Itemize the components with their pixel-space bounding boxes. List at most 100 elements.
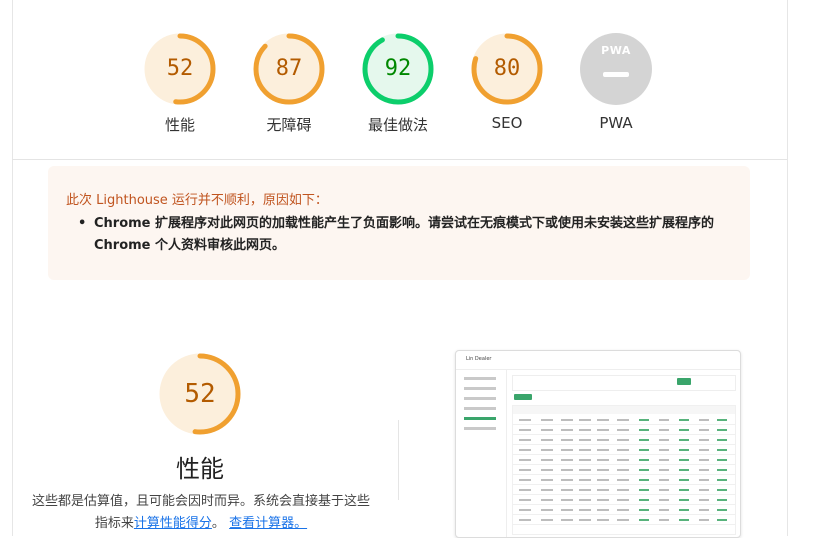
thumbnail-table-cell <box>639 439 649 441</box>
gauge-ring: 52 <box>143 32 217 106</box>
thumbnail-table-cell <box>579 439 591 441</box>
warning-title: 此次 Lighthouse 运行并不顺利，原因如下： <box>66 193 328 208</box>
thumbnail-table-cell <box>679 489 689 491</box>
thumbnail-table-cell <box>541 439 553 441</box>
score-gauges: 52 性能 87 无障碍 92 最佳做法 80 SEO PWA PWA <box>0 0 820 160</box>
thumbnail-table-cell <box>597 469 609 471</box>
thumbnail-table-cell <box>679 429 689 431</box>
thumbnail-table-cell <box>561 499 573 501</box>
performance-title: 性能 <box>176 455 224 483</box>
thumbnail-table-cell <box>579 469 591 471</box>
thumbnail-table-cell <box>617 519 629 521</box>
thumbnail-table-cell <box>579 459 591 461</box>
thumbnail-table-cell <box>639 429 649 431</box>
thumbnail-table-cell <box>659 519 669 521</box>
thumbnail-table-cell <box>561 519 573 521</box>
gauge-label: PWA <box>599 114 633 132</box>
thumbnail-table-cell <box>579 449 591 451</box>
thumbnail-table-cell <box>679 519 689 521</box>
final-screenshot-thumbnail[interactable]: Lin Dealer <box>455 350 741 538</box>
thumbnail-table-cell <box>519 429 531 431</box>
thumbnail-table-row <box>513 454 735 455</box>
thumbnail-table-cell <box>679 499 689 501</box>
thumbnail-table-cell <box>717 449 727 451</box>
thumbnail-table-cell <box>639 469 649 471</box>
thumbnail-table-cell <box>679 509 689 511</box>
thumbnail-filter-bar <box>512 375 736 391</box>
gauge-best-practices[interactable]: 92 最佳做法 <box>353 32 443 135</box>
thumbnail-button <box>677 378 691 385</box>
thumbnail-table-cell <box>519 479 531 481</box>
thumbnail-table-cell <box>519 459 531 461</box>
performance-description: 这些都是估算值，且可能会因时而异。系统会直接基于这些指标来计算性能得分。 查看计… <box>26 491 376 535</box>
thumbnail-table-cell <box>679 479 689 481</box>
thumbnail-table-cell <box>597 419 609 421</box>
thumbnail-table-cell <box>597 449 609 451</box>
thumbnail-table-cell <box>699 489 709 491</box>
thumbnail-table-cell <box>561 469 573 471</box>
gauge-label: 最佳做法 <box>367 116 428 134</box>
gauge-label: SEO <box>491 114 523 132</box>
warning-list: • Chrome 扩展程序对此网页的加载性能产生了负面影响。请尝试在无痕模式下或使… <box>78 213 734 257</box>
thumbnail-table-cell <box>717 489 727 491</box>
thumbnail-table-cell <box>597 429 609 431</box>
bullet-icon: • <box>78 216 87 231</box>
thumbnail-table-cell <box>699 499 709 501</box>
thumbnail-sidebar-item <box>464 377 496 380</box>
performance-gauge: 52 <box>158 352 242 436</box>
thumbnail-table-cell <box>639 459 649 461</box>
thumbnail-table-cell <box>639 419 649 421</box>
thumbnail-table-cell <box>597 489 609 491</box>
thumbnail-table-cell <box>579 419 591 421</box>
view-calculator-link[interactable]: 查看计算器。 <box>229 516 307 531</box>
thumbnail-table-cell <box>659 419 669 421</box>
thumbnail-table-cell <box>561 509 573 511</box>
thumbnail-table-cell <box>659 489 669 491</box>
thumbnail-table-cell <box>659 439 669 441</box>
pwa-badge: PWA <box>579 32 653 106</box>
thumbnail-table-cell <box>679 439 689 441</box>
thumbnail-table-cell <box>561 489 573 491</box>
thumbnail-table-cell <box>699 449 709 451</box>
thumbnail-table-cell <box>699 509 709 511</box>
calc-score-link[interactable]: 计算性能得分 <box>134 516 212 531</box>
thumbnail-table-cell <box>717 499 727 501</box>
thumbnail-table-cell <box>659 449 669 451</box>
gauge-performance[interactable]: 52 性能 <box>135 32 225 135</box>
thumbnail-table-cell <box>597 499 609 501</box>
thumbnail-table-cell <box>717 429 727 431</box>
gauge-accessibility[interactable]: 87 无障碍 <box>244 32 334 135</box>
thumbnail-table-cell <box>717 469 727 471</box>
gauge-ring: 80 <box>470 32 544 106</box>
thumbnail-table-cell <box>541 469 553 471</box>
thumbnail-table-cell <box>659 429 669 431</box>
gauge-label: 性能 <box>164 116 195 134</box>
thumbnail-table-cell <box>561 439 573 441</box>
thumbnail-table-cell <box>597 459 609 461</box>
thumbnail-table-cell <box>561 429 573 431</box>
thumbnail-table-cell <box>679 469 689 471</box>
thumbnail-table-cell <box>717 479 727 481</box>
thumbnail-table-cell <box>639 509 649 511</box>
thumbnail-table-cell <box>659 469 669 471</box>
thumbnail-table-cell <box>617 459 629 461</box>
thumbnail-table-row <box>513 504 735 505</box>
thumbnail-table-cell <box>659 499 669 501</box>
thumbnail-table-cell <box>639 499 649 501</box>
thumbnail-table-cell <box>679 449 689 451</box>
gauge-pwa[interactable]: PWA PWA <box>571 32 661 132</box>
thumbnail-table-cell <box>639 519 649 521</box>
thumbnail-table-cell <box>617 439 629 441</box>
gauge-score: 87 <box>275 56 303 81</box>
gauge-seo[interactable]: 80 SEO <box>462 32 552 132</box>
thumbnail-table-cell <box>679 459 689 461</box>
thumbnail-add-button <box>514 394 532 400</box>
thumbnail-table-row <box>513 424 735 425</box>
thumbnail-table-cell <box>579 499 591 501</box>
thumbnail-table-cell <box>579 489 591 491</box>
thumbnail-table-cell <box>579 519 591 521</box>
divider <box>12 159 787 160</box>
thumbnail-table-row <box>513 464 735 465</box>
thumbnail-table-cell <box>699 519 709 521</box>
thumbnail-table-cell <box>541 429 553 431</box>
